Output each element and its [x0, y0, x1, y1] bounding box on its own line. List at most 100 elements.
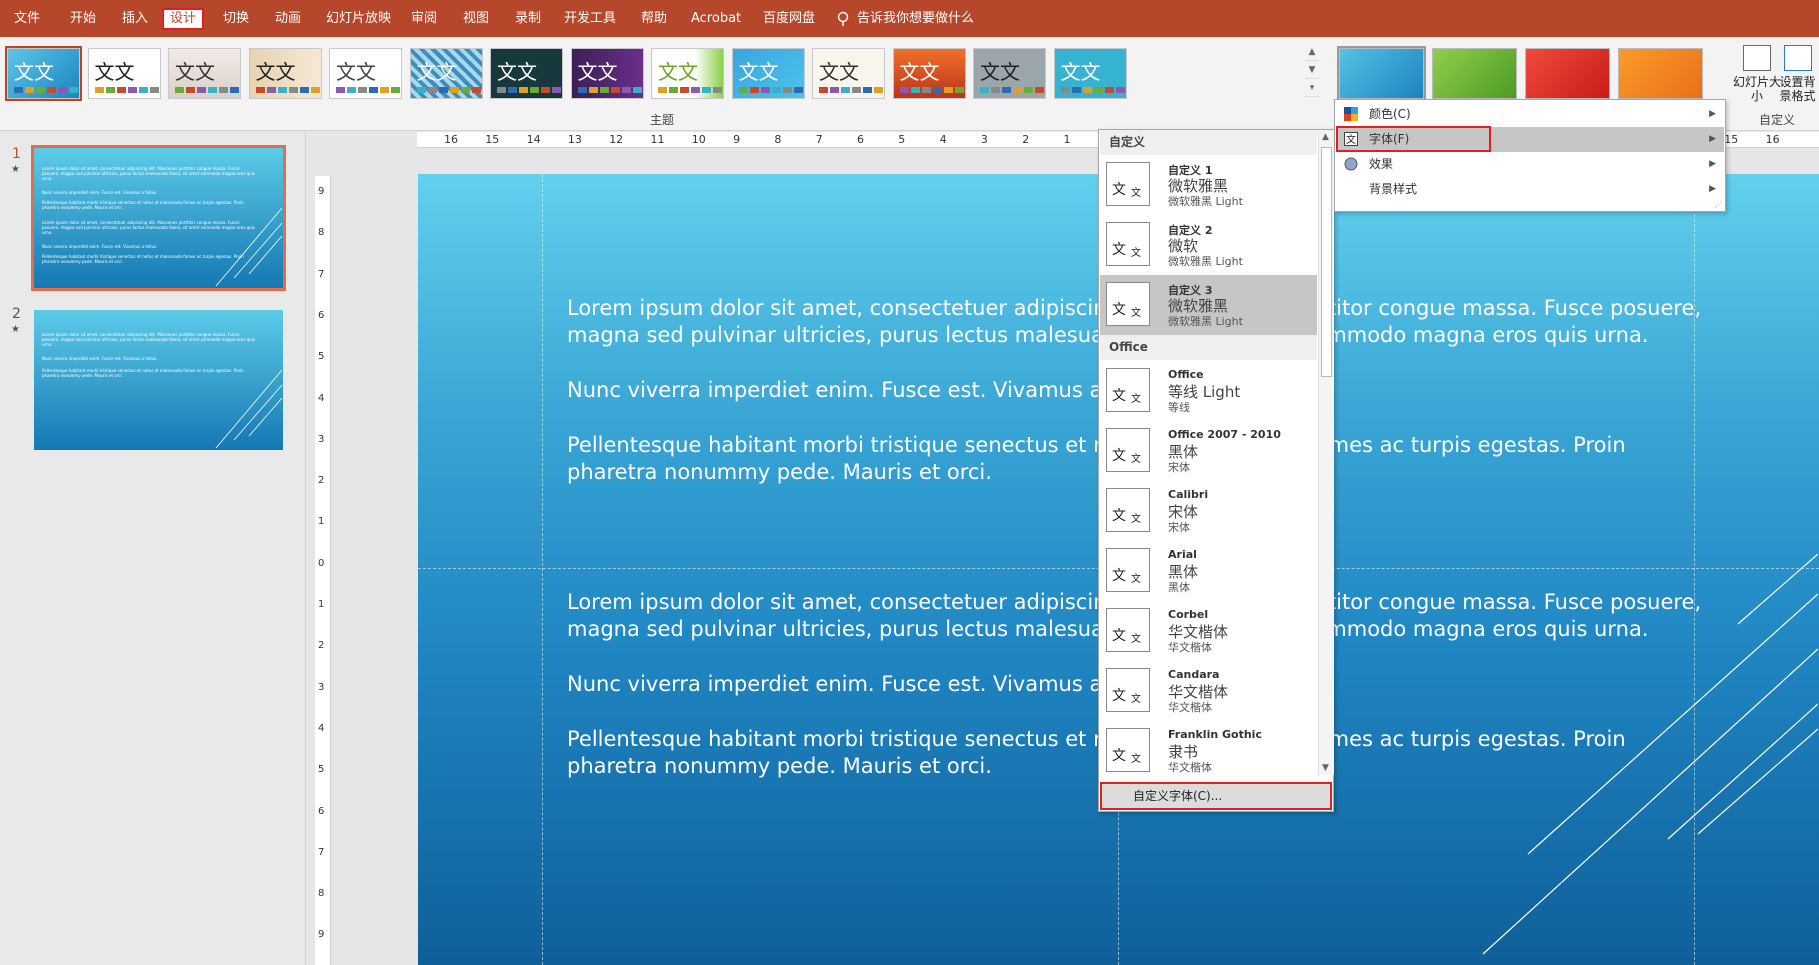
font-scheme-item[interactable]: 文文 Office 2007 - 2010 黑体 宋体 — [1100, 421, 1317, 481]
customize-fonts-button[interactable]: 自定义字体(C)... — [1100, 782, 1332, 810]
scroll-down-arrow-icon[interactable]: ▼ — [1322, 763, 1329, 773]
font-body: 华文楷体 — [1168, 761, 1212, 774]
ruler-tick-label: 7 — [815, 133, 823, 146]
gallery-more-icon[interactable]: ▾ — [1305, 79, 1319, 97]
ruler-tick-label: 2 — [1022, 133, 1030, 146]
ruler-tick-label: 8 — [318, 227, 325, 239]
theme-2[interactable]: 文文 — [87, 48, 161, 99]
font-scheme-item[interactable]: 文文 Candara 华文楷体 华文楷体 — [1100, 661, 1317, 721]
ruler-tick-label: 15 — [1724, 133, 1739, 146]
theme-sample-text: 文文 — [497, 60, 537, 84]
scroll-thumb[interactable] — [1321, 147, 1332, 377]
tab-transitions[interactable]: 切换 — [217, 8, 255, 30]
gallery-down-arrow-icon[interactable]: ▼ — [1305, 61, 1319, 79]
font-body: 等线 — [1168, 401, 1190, 414]
theme-4[interactable]: 文文 — [248, 48, 322, 99]
theme-13[interactable]: 文文 — [973, 48, 1046, 99]
font-scheme-item[interactable]: 文文 Arial 黑体 黑体 — [1100, 541, 1317, 601]
font-scheme-item[interactable]: 文文自定义 3 微软雅黑 微软雅黑 Light — [1100, 275, 1317, 335]
font-scheme-item[interactable]: 文文 Office 等线 Light 等线 — [1100, 361, 1317, 421]
variant-orange[interactable] — [1618, 48, 1703, 99]
guide-vertical — [542, 174, 543, 965]
tell-me-search[interactable]: 告诉我你想要做什么 — [851, 8, 980, 30]
variant-blue[interactable] — [1337, 46, 1426, 101]
slide-thumbnail-1[interactable]: Lorem ipsum dolor sit amet, consectetuer… — [31, 145, 286, 291]
ruler-tick-label: 4 — [939, 133, 947, 146]
lightbulb-icon — [837, 11, 849, 26]
themes-group-label: 主题 — [650, 113, 675, 127]
font-scheme-item[interactable]: 文文 Franklin Gothic 隶书 华文楷体 — [1100, 721, 1317, 781]
font-preview-glyph: 文 — [1112, 508, 1126, 524]
font-preview-glyph: 文 — [1112, 688, 1126, 704]
font-preview-icon: 文文 — [1106, 608, 1150, 652]
theme-9[interactable]: 文文 — [651, 48, 724, 99]
thumb-text: Nunc viverra imperdiet enim. Fusce est. … — [42, 356, 158, 361]
font-preview-glyph-small: 文 — [1131, 694, 1141, 705]
tab-design[interactable]: 设计 — [162, 8, 205, 30]
ruler-tick-label: 5 — [318, 351, 325, 363]
theme-sample-text: 文文 — [577, 60, 618, 84]
slide-size-button[interactable]: 幻灯片大小 — [1733, 43, 1781, 103]
resize-grip-icon[interactable]: ⋰ — [1714, 200, 1722, 209]
slide-thumbnail-2[interactable]: Lorem ipsum dolor sit amet, consectetuer… — [34, 310, 283, 450]
theme-sample-text: 文文 — [819, 60, 859, 84]
ruler-tick-label: 2 — [318, 475, 325, 487]
gallery-up-arrow-icon[interactable]: ▲ — [1305, 43, 1319, 61]
font-scheme-item[interactable]: 文文自定义 1 微软雅黑 微软雅黑 Light — [1100, 155, 1317, 215]
font-body: 华文楷体 — [1168, 641, 1212, 654]
theme-10[interactable]: 文文 — [731, 48, 805, 99]
theme-6[interactable]: 文文 — [409, 48, 483, 99]
font-scheme-item[interactable]: 文文自定义 2 微软 微软雅黑 Light — [1100, 215, 1317, 275]
variant-green[interactable] — [1432, 48, 1517, 99]
theme-color-swatches — [416, 87, 482, 93]
font-preview-glyph-small: 文 — [1131, 188, 1141, 199]
theme-7[interactable]: 文文 — [490, 48, 563, 99]
menu-item-effects[interactable]: 效果 ▶ — [1336, 152, 1724, 177]
ruler-tick-label: 6 — [857, 133, 864, 146]
theme-color-swatches — [336, 87, 401, 93]
fonts-scrollbar[interactable]: ▲ ▼ — [1318, 130, 1334, 775]
theme-1[interactable]: 文文 — [5, 46, 82, 101]
submenu-arrow-icon: ▶ — [1709, 134, 1716, 144]
font-scheme-name: Franklin Gothic — [1168, 728, 1262, 741]
font-scheme-name: Office 2007 - 2010 — [1168, 428, 1281, 441]
slide-deco-lines — [1482, 554, 1818, 955]
tab-review[interactable]: 审阅 — [405, 8, 443, 30]
scroll-up-arrow-icon[interactable]: ▲ — [1322, 132, 1329, 142]
theme-sample-text: 文文 — [416, 60, 457, 84]
ruler-tick-label: 4 — [318, 722, 325, 734]
theme-11[interactable]: 文文 — [812, 48, 885, 99]
font-scheme-item[interactable]: 文文 Calibri 宋体 宋体 — [1100, 481, 1317, 541]
tab-insert[interactable]: 插入 — [116, 8, 154, 30]
menu-label: 背景样式 — [1369, 182, 1418, 196]
ruler-tick-label: 5 — [898, 133, 906, 146]
format-background-button[interactable]: 设置背景格式 — [1776, 43, 1819, 103]
tab-baidu-netdisk[interactable]: 百度网盘 — [757, 8, 821, 30]
tab-view[interactable]: 视图 — [457, 8, 495, 30]
ruler-tick-label: 3 — [318, 681, 325, 693]
theme-5[interactable]: 文文 — [329, 48, 402, 99]
tab-help[interactable]: 帮助 — [635, 8, 673, 30]
theme-sample-text: 文文 — [336, 60, 376, 84]
thumb-deco-lines — [215, 208, 283, 287]
menu-item-background-styles[interactable]: 背景样式 ▶ — [1336, 177, 1724, 202]
vertical-ruler: 9 8 7 6 5 4 3 2 1 0 1 2 3 4 5 6 7 8 9 — [315, 176, 331, 965]
variant-red[interactable] — [1525, 48, 1610, 99]
theme-3[interactable]: 文文 — [168, 48, 241, 99]
theme-8[interactable]: 文文 — [570, 48, 644, 99]
tab-home[interactable]: 开始 — [64, 8, 102, 30]
menu-item-colors[interactable]: 颜色(C) ▶ — [1336, 102, 1724, 127]
tab-animations[interactable]: 动画 — [269, 8, 307, 30]
tab-record[interactable]: 录制 — [509, 8, 547, 30]
tab-file[interactable]: 文件 — [8, 8, 46, 30]
tab-slideshow[interactable]: 幻灯片放映 — [320, 8, 397, 30]
tab-acrobat[interactable]: Acrobat — [685, 8, 747, 30]
tab-developer[interactable]: 开发工具 — [558, 8, 622, 30]
font-scheme-name: Calibri — [1168, 488, 1209, 501]
font-scheme-item[interactable]: 文文 Corbel 华文楷体 华文楷体 — [1100, 601, 1317, 661]
theme-12[interactable]: 文文 — [892, 48, 966, 99]
theme-14[interactable]: 文文 — [1053, 48, 1127, 99]
font-preview-glyph-small: 文 — [1131, 248, 1141, 259]
theme-sample-text: 文文 — [255, 60, 296, 84]
gallery-scroll[interactable]: ▲ ▼ ▾ — [1305, 43, 1319, 103]
